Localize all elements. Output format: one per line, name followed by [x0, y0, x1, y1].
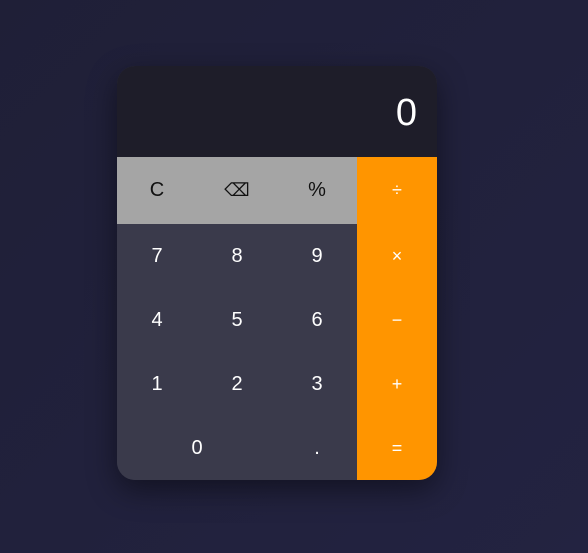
- add-button[interactable]: +: [357, 352, 437, 416]
- digit-0-button[interactable]: 0: [117, 416, 277, 480]
- digit-4-button[interactable]: 4: [117, 288, 197, 352]
- subtract-button[interactable]: −: [357, 288, 437, 352]
- keypad: C ⌫ % ÷ 7 8 9 × 4 5 6 − 1 2 3 + 0 . =: [117, 157, 437, 480]
- digit-8-button[interactable]: 8: [197, 224, 277, 288]
- display-value: 0: [395, 91, 417, 134]
- digit-3-button[interactable]: 3: [277, 352, 357, 416]
- digit-2-button[interactable]: 2: [197, 352, 277, 416]
- equals-button[interactable]: =: [357, 416, 437, 480]
- percent-button[interactable]: %: [277, 157, 357, 224]
- digit-1-button[interactable]: 1: [117, 352, 197, 416]
- decimal-button[interactable]: .: [277, 416, 357, 480]
- digit-6-button[interactable]: 6: [277, 288, 357, 352]
- display: 0: [117, 66, 437, 157]
- digit-7-button[interactable]: 7: [117, 224, 197, 288]
- divide-button[interactable]: ÷: [357, 157, 437, 224]
- multiply-button[interactable]: ×: [357, 224, 437, 288]
- calculator: 0 C ⌫ % ÷ 7 8 9 × 4 5 6 − 1 2 3 + 0 . =: [117, 66, 437, 480]
- digit-9-button[interactable]: 9: [277, 224, 357, 288]
- digit-5-button[interactable]: 5: [197, 288, 277, 352]
- backspace-icon[interactable]: ⌫: [197, 157, 277, 224]
- clear-button[interactable]: C: [117, 157, 197, 224]
